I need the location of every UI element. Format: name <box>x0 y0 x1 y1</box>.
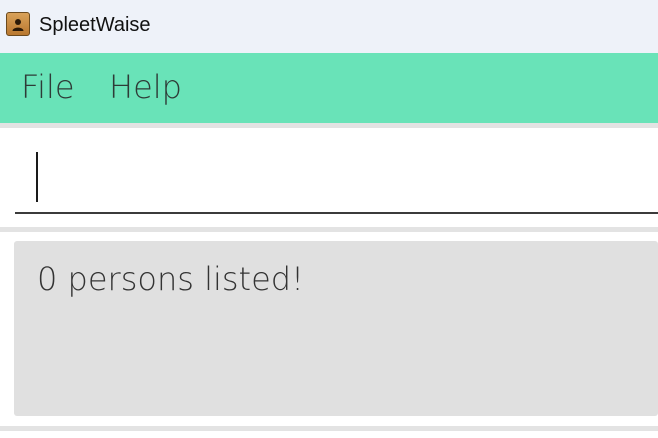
address-book-icon <box>6 12 30 36</box>
app-window: SpleetWaise File Help 0 persons listed! <box>0 0 658 438</box>
result-message: 0 persons listed! <box>37 260 304 298</box>
menu-help[interactable]: Help <box>109 67 182 107</box>
divider <box>0 426 658 431</box>
menu-bar: File Help <box>0 53 658 123</box>
command-input[interactable] <box>15 146 658 214</box>
text-caret <box>36 152 38 202</box>
command-box <box>0 128 658 227</box>
menu-file[interactable]: File <box>21 67 75 107</box>
title-bar: SpleetWaise <box>0 0 658 53</box>
window-title: SpleetWaise <box>39 14 151 36</box>
result-display: 0 persons listed! <box>14 241 658 416</box>
divider <box>0 227 658 232</box>
